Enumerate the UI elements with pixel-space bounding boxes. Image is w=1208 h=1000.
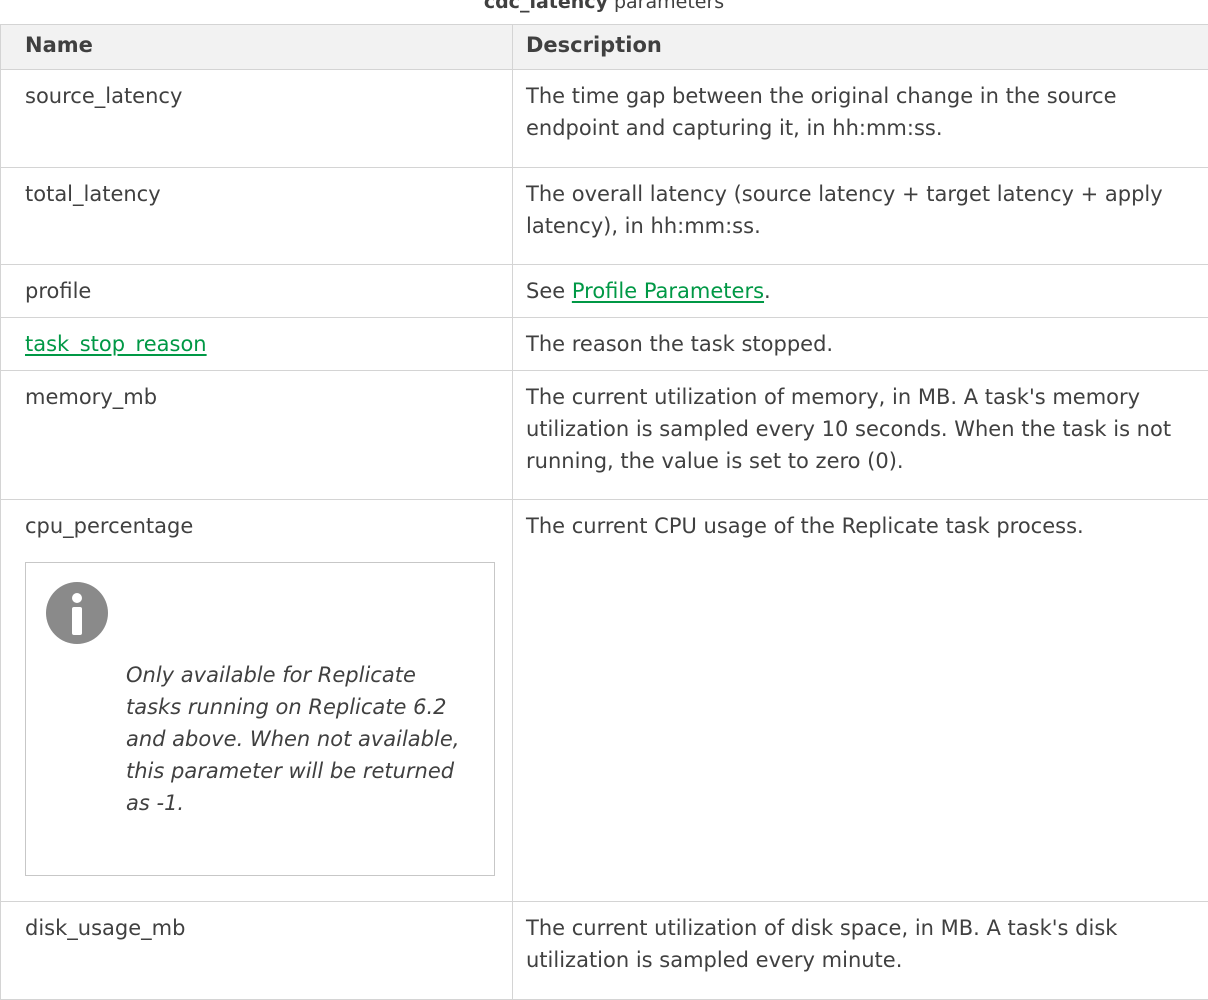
table-row: task_stop_reason The reason the task sto…: [1, 318, 1208, 371]
param-name: cpu_percentage: [25, 510, 512, 542]
param-name: profile: [1, 265, 513, 318]
param-description: The reason the task stopped.: [513, 318, 1208, 371]
note-box: Only available for Replicate tasks runni…: [25, 562, 495, 876]
param-name-cell: task_stop_reason: [1, 318, 513, 371]
table-row: cpu_percentage Only available for Replic…: [1, 500, 1208, 902]
header-description: Description: [513, 25, 1208, 70]
description-suffix: .: [764, 279, 771, 303]
param-name-cell: cpu_percentage Only available for Replic…: [1, 500, 513, 902]
task-stop-reason-link[interactable]: task_stop_reason: [25, 332, 207, 356]
description-prefix: See: [526, 279, 572, 303]
param-name: source_latency: [1, 70, 513, 168]
param-description: The current utilization of disk space, i…: [513, 902, 1208, 1000]
table-row: profile See Profile Parameters.: [1, 265, 1208, 318]
param-name: total_latency: [1, 168, 513, 265]
header-name: Name: [1, 25, 513, 70]
table-header-row: Name Description: [1, 25, 1208, 70]
profile-parameters-link[interactable]: Profile Parameters: [572, 279, 764, 303]
caption-rest: parameters: [608, 0, 724, 13]
caption-bold: cdc_latency: [484, 0, 608, 13]
parameters-table: Name Description source_latency The time…: [0, 24, 1208, 1000]
param-description: The overall latency (source latency + ta…: [513, 168, 1208, 265]
info-icon: [46, 582, 108, 644]
note-text: Only available for Replicate tasks runni…: [126, 659, 466, 819]
param-description: The time gap between the original change…: [513, 70, 1208, 168]
table-row: memory_mb The current utilization of mem…: [1, 371, 1208, 500]
param-description: The current utilization of memory, in MB…: [513, 371, 1208, 500]
param-name: disk_usage_mb: [1, 902, 513, 1000]
table-row: disk_usage_mb The current utilization of…: [1, 902, 1208, 1000]
table-row: total_latency The overall latency (sourc…: [1, 168, 1208, 265]
table-caption: cdc_latency parameters: [0, 0, 1208, 13]
param-description: See Profile Parameters.: [513, 265, 1208, 318]
param-description: The current CPU usage of the Replicate t…: [513, 500, 1208, 902]
table-row: source_latency The time gap between the …: [1, 70, 1208, 168]
param-name: memory_mb: [1, 371, 513, 500]
